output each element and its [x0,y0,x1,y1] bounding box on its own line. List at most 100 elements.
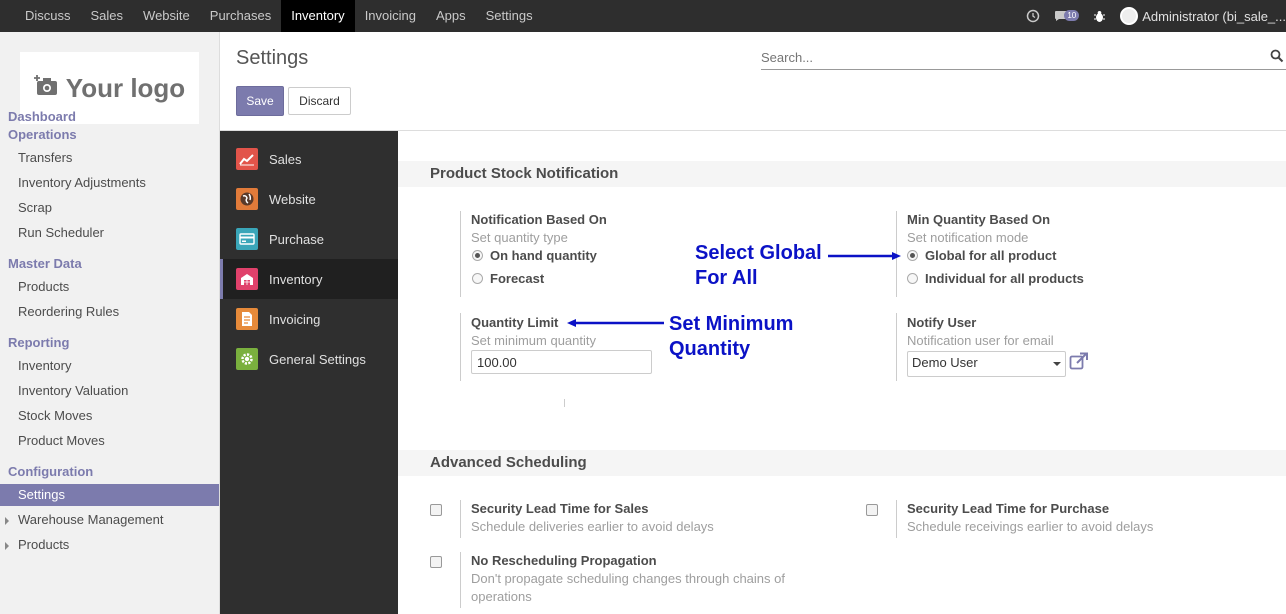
sidebar-item-products[interactable]: Products [0,276,219,298]
camera-plus-icon [33,73,58,104]
notification-based-on-hint: Set quantity type [471,230,568,245]
checkbox-security-lead-sales[interactable] [430,504,442,516]
sidebar-item-warehouse-management[interactable]: Warehouse Management [0,509,219,531]
discard-button[interactable]: Discard [288,87,351,115]
menu-apps[interactable]: Apps [426,0,476,32]
menu-inventory[interactable]: Inventory [281,0,355,32]
top-navbar: Discuss Sales Website Purchases Inventor… [0,0,1286,32]
globe-icon [236,188,258,210]
radio-label: Forecast [490,271,545,286]
security-lead-sales-hint: Schedule deliveries earlier to avoid del… [471,519,714,534]
main-menu: Discuss Sales Website Purchases Inventor… [0,0,543,32]
radio-checked-icon [907,250,918,261]
divider [896,313,897,381]
credit-card-icon [236,228,258,250]
quantity-limit-input[interactable] [471,350,652,374]
radio-individual-for-all-products[interactable]: Individual for all products [907,271,1084,286]
app-nav-label: Sales [269,151,302,167]
divider [564,399,565,407]
sidebar-item-reordering-rules[interactable]: Reordering Rules [0,301,219,323]
radio-on-hand-quantity[interactable]: On hand quantity [472,248,597,263]
checkbox-no-rescheduling[interactable] [430,556,442,568]
radio-global-for-all-product[interactable]: Global for all product [907,248,1056,263]
external-link-icon[interactable] [1069,352,1089,373]
security-lead-sales-label: Security Lead Time for Sales [471,501,649,516]
radio-unchecked-icon [907,273,918,284]
no-rescheduling-label: No Rescheduling Propagation [471,553,657,568]
annotation-arrow-left [567,319,664,327]
radio-label: Global for all product [925,248,1057,263]
menu-settings[interactable]: Settings [476,0,543,32]
sidebar-item-product-moves[interactable]: Product Moves [0,430,219,452]
sidebar-item-label: Warehouse Management [18,512,164,527]
menu-invoicing[interactable]: Invoicing [355,0,426,32]
user-name: Administrator (bi_sale_... [1142,8,1286,24]
sidebar-item-stock-moves[interactable]: Stock Moves [0,405,219,427]
search-input[interactable] [761,46,1261,68]
menu-website[interactable]: Website [133,0,200,32]
left-sidebar: Your logo Dashboard Operations Transfers… [0,32,220,614]
checkbox-security-lead-purchase[interactable] [866,504,878,516]
caret-right-icon [5,517,9,525]
sidebar-item-settings[interactable]: Settings [0,484,219,506]
notify-user-select[interactable]: Demo User [907,351,1066,377]
menu-discuss[interactable]: Discuss [15,0,81,32]
app-nav-purchase[interactable]: Purchase [220,219,398,259]
sidebar-item-label: Products [18,537,70,552]
quantity-limit-label: Quantity Limit [471,315,559,330]
bug-icon[interactable] [1093,10,1106,23]
clock-icon[interactable] [1026,9,1040,23]
gear-icon [236,348,258,370]
sidebar-item-inventory-adjustments[interactable]: Inventory Adjustments [0,172,219,194]
divider [460,211,461,297]
save-button[interactable]: Save [236,86,284,116]
annotation-arrow-right [828,252,901,260]
divider [896,500,897,538]
warehouse-icon [236,268,258,290]
messages-count-badge: 10 [1064,9,1080,21]
app-nav-label: Website [269,191,316,207]
sidebar-dashboard[interactable]: Dashboard [8,109,76,124]
logo-text: Your logo [65,72,186,103]
sidebar-item-transfers[interactable]: Transfers [0,147,219,169]
min-quantity-based-on-label: Min Quantity Based On [907,212,1051,227]
app-nav-label: Inventory [269,271,323,287]
sidebar-item-inventory-report[interactable]: Inventory [0,355,219,377]
caret-down-icon [1053,362,1061,366]
sidebar-item-inventory-valuation[interactable]: Inventory Valuation [0,380,219,402]
sidebar-item-products-config[interactable]: Products [0,534,219,556]
radio-checked-icon [472,250,483,261]
app-nav-website[interactable]: Website [220,179,398,219]
divider [460,313,461,381]
app-nav-general-settings[interactable]: General Settings [220,339,398,379]
section-title-advanced-scheduling: Advanced Scheduling [398,450,1286,476]
no-rescheduling-hint-line2: operations [471,589,532,604]
annotation-set-minimum-line1: Set Minimum [669,313,794,335]
radio-forecast[interactable]: Forecast [472,271,544,286]
sidebar-configuration-header: Configuration [8,464,94,479]
menu-sales[interactable]: Sales [81,0,134,32]
search-icon[interactable] [1270,49,1284,66]
app-nav-label: Purchase [269,231,324,247]
sidebar-item-run-scheduler[interactable]: Run Scheduler [0,222,219,244]
invoice-icon [236,308,258,330]
notification-based-on-label: Notification Based On [471,212,607,227]
annotation-select-global-line1: Select Global [695,242,822,264]
sidebar-reporting-header: Reporting [8,335,70,350]
settings-content: Product Stock Notification Notification … [398,131,1286,614]
sidebar-item-scrap[interactable]: Scrap [0,197,219,219]
app-nav-inventory[interactable]: Inventory [220,259,398,299]
app-nav-label: General Settings [269,351,366,367]
radio-unchecked-icon [472,273,483,284]
app-nav-label: Invoicing [269,311,321,327]
app-nav-sales[interactable]: Sales [220,139,398,179]
avatar [1120,7,1139,25]
sidebar-operations-header: Operations [8,127,77,142]
menu-purchases[interactable]: Purchases [200,0,281,32]
user-menu[interactable]: Administrator (bi_sale_... [1120,7,1286,25]
app-nav-invoicing[interactable]: Invoicing [220,299,398,339]
no-rescheduling-hint-line1: Don't propagate scheduling changes throu… [471,571,785,586]
control-panel: Settings Save Discard [220,32,1286,131]
security-lead-purchase-hint: Schedule receivings earlier to avoid del… [907,519,1154,534]
messages-icon[interactable]: 10 [1054,9,1080,22]
